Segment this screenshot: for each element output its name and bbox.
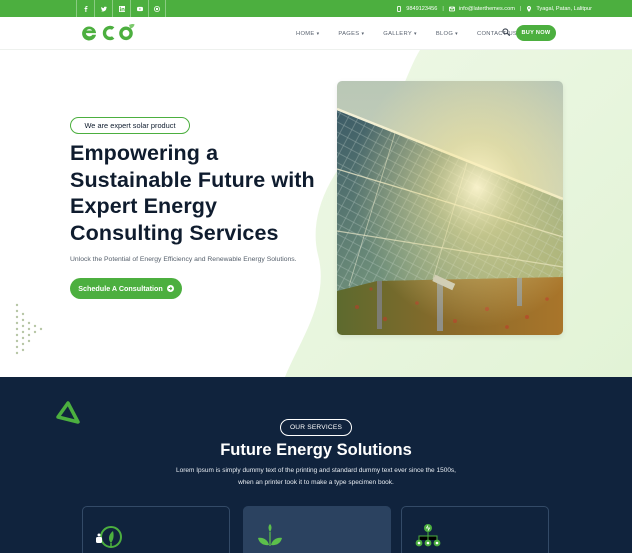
hero-subtitle: Unlock the Potential of Energy Efficienc… (70, 256, 297, 263)
nav-pages[interactable]: PAGES ▾ (338, 31, 364, 37)
search-icon[interactable] (502, 28, 510, 36)
eco-logo[interactable] (79, 21, 137, 45)
linkedin-link[interactable] (112, 0, 130, 17)
linkedin-icon (118, 5, 125, 12)
phone-number[interactable]: 9849123456 (406, 6, 437, 12)
phone-icon (397, 5, 402, 12)
triangle-decoration (56, 401, 80, 424)
divider: | (519, 5, 522, 12)
email-address[interactable]: info@laterthemes.com (459, 6, 515, 12)
schedule-consultation-button[interactable]: Schedule A Consultation (70, 278, 182, 299)
service-card-1[interactable] (82, 506, 230, 553)
chevron-down-icon: ▾ (414, 30, 417, 37)
youtube-icon (136, 6, 143, 11)
eco-bulb-icon (96, 526, 122, 548)
facebook-link[interactable] (76, 0, 94, 17)
services-section: OUR SERVICES Future Energy Solutions Lor… (0, 377, 632, 553)
nav-label: GALLERY (383, 30, 413, 37)
mail-icon (448, 6, 455, 11)
nav-label: CONTACT US (476, 30, 518, 37)
buy-now-button[interactable]: BUY NOW (516, 25, 556, 41)
sprout-leaves-icon (258, 524, 282, 546)
hero-badge: We are expert solar product (70, 117, 190, 134)
services-description: Lorem Ipsum is simply dummy text of the … (166, 465, 466, 488)
address: Tyagal, Patan, Lalitpur (536, 5, 592, 12)
nav-home[interactable]: HOME ▾ (296, 31, 319, 37)
instagram-link[interactable] (148, 0, 166, 17)
twitter-link[interactable] (94, 0, 112, 17)
youtube-link[interactable] (130, 0, 148, 17)
nav-gallery[interactable]: GALLERY ▾ (383, 31, 417, 37)
divider: | (442, 5, 444, 12)
cta-label: Schedule A Consultation (78, 284, 163, 293)
nav-label: PAGES (338, 30, 360, 37)
arrow-circle-right-icon (166, 285, 174, 292)
nav-label: HOME (296, 30, 315, 37)
services-badge: OUR SERVICES (280, 419, 352, 436)
services-desc-line-2: when an printer took it to make a type s… (238, 478, 394, 486)
hero-title: Empowering a Sustainable Future with Exp… (70, 141, 315, 245)
instagram-icon (154, 5, 160, 12)
social-links (76, 0, 166, 17)
location-pin-icon (527, 5, 532, 12)
top-bar: 9849123456 | info@laterthemes.com | Tyag… (0, 0, 632, 17)
facebook-icon (84, 5, 88, 12)
dot-pattern-decoration (15, 303, 43, 355)
nav-label: BLOG (435, 30, 454, 37)
chevron-down-icon: ▾ (361, 30, 365, 37)
logo-mark (82, 24, 135, 41)
contact-info: 9849123456 | info@laterthemes.com | Tyag… (396, 5, 592, 12)
chevron-down-icon: ▾ (455, 30, 458, 37)
site-header: HOME▾ PAGES▾ GALLERY▾ BLOG▾ CONTACT US▾ … (0, 17, 632, 50)
services-desc-line-1: Lorem Ipsum is simply dummy text of the … (176, 467, 456, 474)
nav-blog[interactable]: BLOG ▾ (436, 31, 458, 37)
solar-panels-photo (337, 81, 563, 335)
energy-network-icon (415, 524, 441, 547)
twitter-icon (100, 6, 107, 12)
services-title: Future Energy Solutions (220, 441, 412, 459)
service-card-2[interactable] (243, 506, 391, 553)
service-card-3[interactable] (401, 506, 549, 553)
chevron-down-icon: ▾ (316, 30, 320, 37)
